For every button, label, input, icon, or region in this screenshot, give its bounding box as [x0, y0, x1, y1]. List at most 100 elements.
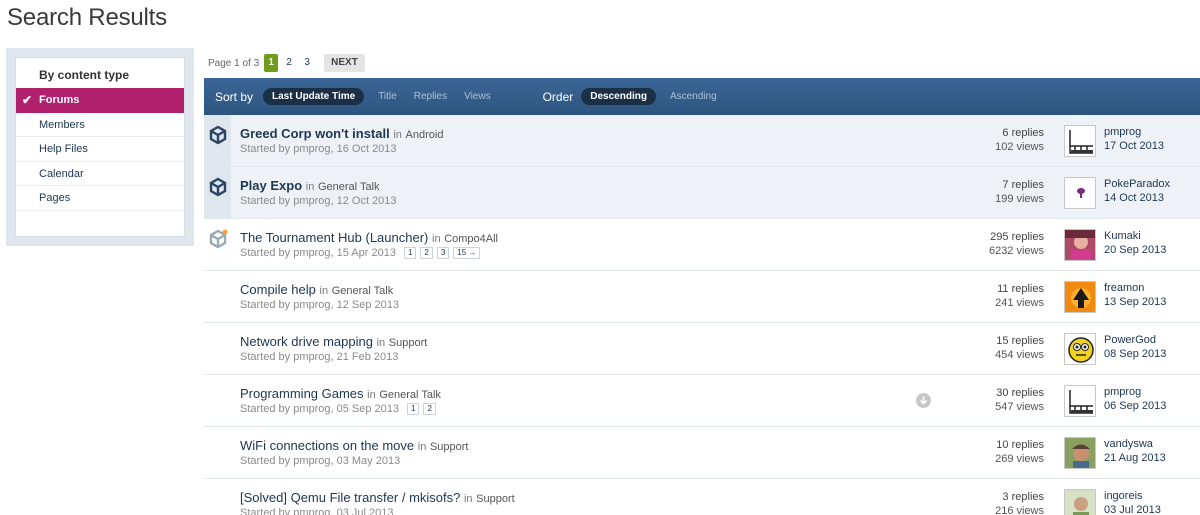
topic-page-link[interactable]: 1 — [407, 403, 420, 415]
last-poster-name[interactable]: pmprog — [1104, 385, 1166, 399]
topic-forum-link[interactable]: General Talk — [332, 285, 394, 297]
avatar[interactable] — [1064, 333, 1096, 365]
sort-title-button[interactable]: Title — [378, 91, 397, 102]
sidebar-item-calendar[interactable]: Calendar — [16, 162, 184, 186]
last-poster-name[interactable]: Kumaki — [1104, 229, 1166, 243]
topic-page-link[interactable]: 3 — [436, 247, 450, 259]
sidebar-item-help-files[interactable]: Help Files — [16, 137, 184, 162]
sidebar-item-members[interactable]: Members — [16, 113, 184, 137]
sidebar-item-forums[interactable]: ✔ Forums — [16, 88, 184, 113]
sidebar-item-label: Pages — [39, 192, 71, 204]
topic-page-link[interactable]: 15 → — [453, 247, 481, 259]
download-arrow-icon[interactable] — [916, 393, 931, 408]
topic-forum-link[interactable]: General Talk — [379, 389, 441, 401]
topic-page-link[interactable]: 2 — [423, 403, 436, 415]
last-post-date[interactable]: 08 Sep 2013 — [1104, 347, 1166, 361]
sort-views-button[interactable]: Views — [464, 91, 491, 102]
avatar[interactable] — [1064, 281, 1096, 313]
topic-box-icon — [209, 125, 227, 145]
topic-title-link[interactable]: WiFi connections on the move — [240, 438, 414, 453]
topic-title-link[interactable]: Play Expo — [240, 178, 302, 193]
last-post-date[interactable]: 06 Sep 2013 — [1104, 399, 1166, 413]
topic-forum-link[interactable]: General Talk — [318, 181, 380, 193]
topic-row: Play Expo in General Talk Started by pmp… — [204, 167, 1200, 219]
avatar[interactable] — [1064, 489, 1096, 515]
order-ascending-button[interactable]: Ascending — [670, 91, 717, 102]
photo-avatar-icon — [1065, 438, 1095, 468]
topic-in-label: in — [393, 129, 402, 141]
last-poster-name[interactable]: freamon — [1104, 281, 1166, 295]
pixel-art-avatar-icon — [1065, 386, 1095, 416]
topic-row: Greed Corp won't install in Android Star… — [204, 115, 1200, 167]
topic-title-link[interactable]: Greed Corp won't install — [240, 126, 390, 141]
avatar[interactable] — [1064, 437, 1096, 469]
topic-replies: 30 replies — [996, 387, 1044, 399]
topic-started-by: Started by pmprog, 15 Apr 2013 — [240, 247, 396, 259]
topic-page-link[interactable]: 2 — [420, 247, 433, 259]
topic-replies: 7 replies — [1002, 179, 1044, 191]
last-post-date[interactable]: 21 Aug 2013 — [1104, 451, 1166, 465]
sidebar-item-pages[interactable]: Pages — [16, 186, 184, 211]
checkmark-icon: ✔ — [22, 93, 33, 107]
topic-forum-link[interactable]: Compo4All — [444, 233, 498, 245]
avatar[interactable] — [1064, 385, 1096, 417]
avatar[interactable] — [1064, 229, 1096, 261]
avatar[interactable] — [1064, 177, 1096, 209]
content-type-list: By content type ✔ Forums Members Help Fi… — [15, 57, 185, 237]
mushroom-avatar-icon — [1065, 178, 1095, 208]
page-3-button[interactable]: 3 — [300, 54, 314, 72]
sort-bar: Sort by Last Update Time Title Replies V… — [204, 78, 1200, 115]
yellow-face-avatar-icon — [1065, 334, 1095, 364]
last-poster-name[interactable]: vandyswa — [1104, 437, 1166, 451]
avatar[interactable] — [1064, 125, 1096, 157]
topic-box-icon — [209, 177, 227, 197]
topic-title-link[interactable]: Network drive mapping — [240, 334, 373, 349]
topic-replies: 10 replies — [996, 439, 1044, 451]
last-poster-name[interactable]: pmprog — [1104, 125, 1164, 139]
last-post-date[interactable]: 03 Jul 2013 — [1104, 503, 1161, 515]
topic-forum-link[interactable]: Android — [406, 129, 444, 141]
topic-in-label: in — [305, 181, 315, 193]
page-2-button[interactable]: 2 — [282, 54, 296, 72]
topic-in-label: in — [463, 493, 473, 505]
page-1-button[interactable]: 1 — [264, 54, 279, 72]
topic-started-by: Started by pmprog, 12 Sep 2013 — [240, 299, 399, 311]
sort-by-label: Sort by — [215, 89, 254, 104]
topic-row: Programming Games in General Talk Starte… — [204, 375, 1200, 427]
photo-avatar-icon — [1065, 490, 1095, 515]
last-post-date[interactable]: 14 Oct 2013 — [1104, 191, 1170, 205]
content-type-heading: By content type — [39, 68, 130, 82]
last-poster-name[interactable]: PowerGod — [1104, 333, 1166, 347]
order-descending-button[interactable]: Descending — [581, 88, 656, 105]
pagination: Page 1 of 3 1 2 3 NEXT — [208, 54, 365, 72]
last-poster-name[interactable]: ingoreis — [1104, 489, 1161, 503]
topic-views: 547 views — [995, 401, 1044, 413]
topic-started-by: Started by pmprog, 03 May 2013 — [240, 455, 401, 467]
topic-views: 102 views — [995, 141, 1044, 153]
page-title: Search Results — [7, 4, 167, 31]
topic-title-link[interactable]: The Tournament Hub (Launcher) — [240, 230, 428, 245]
topic-icon-cell — [204, 115, 231, 166]
topic-page-link[interactable]: 1 — [403, 247, 417, 259]
topic-title-link[interactable]: Compile help — [240, 282, 316, 297]
topic-forum-link[interactable]: Support — [389, 337, 428, 349]
sort-last-update-button[interactable]: Last Update Time — [263, 88, 365, 105]
sidebar-item-label: Calendar — [39, 167, 84, 180]
topic-forum-link[interactable]: Support — [476, 493, 515, 505]
last-poster-name[interactable]: PokeParadox — [1104, 177, 1170, 191]
last-post-date[interactable]: 20 Sep 2013 — [1104, 243, 1166, 257]
topic-started-by: Started by pmprog, 16 Oct 2013 — [240, 143, 397, 155]
topic-in-label: in — [367, 389, 376, 401]
sort-replies-button[interactable]: Replies — [414, 91, 447, 102]
topic-views: 269 views — [995, 453, 1044, 465]
sidebar-item-label: Members — [39, 118, 85, 131]
next-page-button[interactable]: NEXT — [324, 54, 365, 72]
topic-title-link[interactable]: Programming Games — [240, 386, 364, 401]
last-post-date[interactable]: 17 Oct 2013 — [1104, 139, 1164, 153]
topic-forum-link[interactable]: Support — [430, 441, 469, 453]
last-post-date[interactable]: 13 Sep 2013 — [1104, 295, 1166, 309]
topic-in-label: in — [319, 285, 329, 297]
topic-replies: 295 replies — [990, 231, 1044, 243]
topic-row: [Solved] Qemu File transfer / mkisofs? i… — [204, 479, 1200, 515]
topic-title-link[interactable]: [Solved] Qemu File transfer / mkisofs? — [240, 490, 460, 505]
